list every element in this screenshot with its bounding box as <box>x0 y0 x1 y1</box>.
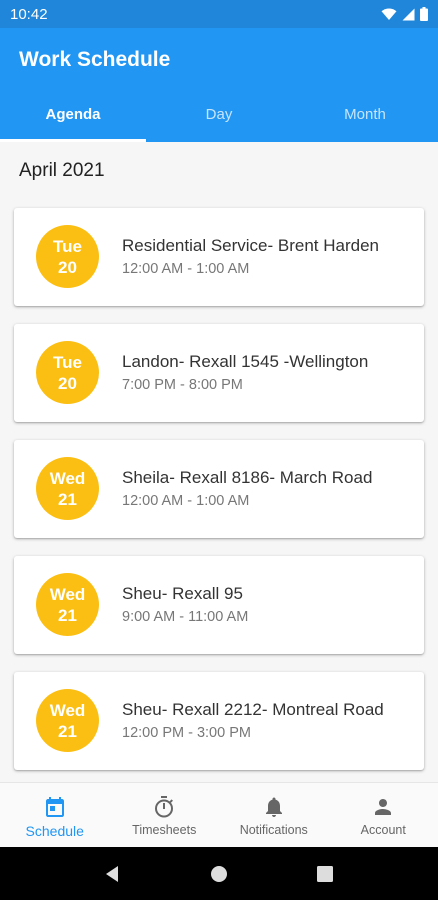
nav-notifications-label: Notifications <box>239 823 308 837</box>
nav-timesheets[interactable]: Timesheets <box>110 783 220 847</box>
event-time: 12:00 PM - 3:00 PM <box>122 725 251 741</box>
nav-account-label: Account <box>360 823 406 837</box>
bottom-navigation: Schedule Timesheets Notifications Accoun… <box>0 782 438 847</box>
system-navigation-bar <box>0 847 438 900</box>
bell-icon <box>265 797 282 817</box>
calendar-icon <box>45 797 64 817</box>
home-icon[interactable] <box>209 864 229 884</box>
tab-day[interactable]: Day <box>146 92 292 142</box>
app-title: Work Schedule <box>19 48 171 71</box>
person-icon <box>375 799 392 815</box>
event-title: Landon- Rexall 1545 -Wellington <box>122 352 369 371</box>
date-badge-date: 21 <box>58 489 77 509</box>
nav-schedule-label: Schedule <box>25 823 84 839</box>
event-title: Sheu- Rexall 95 <box>122 584 243 603</box>
event-time: 12:00 AM - 1:00 AM <box>122 261 250 277</box>
month-label: April 2021 <box>19 160 105 181</box>
nav-notifications[interactable]: Notifications <box>219 783 329 847</box>
date-badge-day: Tue <box>53 352 82 372</box>
date-badge: Tue 20 <box>36 225 99 288</box>
back-icon[interactable] <box>103 864 123 884</box>
tab-month[interactable]: Month <box>292 92 438 142</box>
recents-icon[interactable] <box>315 864 335 884</box>
tab-agenda[interactable]: Agenda <box>0 92 146 142</box>
battery-icon <box>420 7 428 21</box>
date-badge-date: 20 <box>58 257 77 277</box>
status-bar: 10:42 <box>0 0 438 28</box>
event-card[interactable]: Wed 21 Sheu- Rexall 2212- Montreal Road … <box>14 672 424 770</box>
date-badge-day: Wed <box>49 468 86 488</box>
event-title: Residential Service- Brent Harden <box>122 236 380 255</box>
event-title: Sheila- Rexall 8186- March Road <box>122 468 373 487</box>
date-badge-day: Wed <box>49 584 86 604</box>
agenda-list[interactable]: April 2021 Tue 20 Residential Service- B… <box>0 142 438 782</box>
date-badge-day: Wed <box>49 700 86 720</box>
event-card[interactable]: Tue 20 Landon- Rexall 1545 -Wellington 7… <box>14 324 424 422</box>
nav-account[interactable]: Account <box>329 783 438 847</box>
event-card[interactable]: Wed 21 Sheila- Rexall 8186- March Road 1… <box>14 440 424 538</box>
nav-schedule[interactable]: Schedule <box>0 783 110 847</box>
nav-timesheets-label: Timesheets <box>132 823 197 837</box>
event-card[interactable]: Wed 21 Sheu- Rexall 95 9:00 AM - 11:00 A… <box>14 556 424 654</box>
event-card[interactable]: Tue 20 Residential Service- Brent Harden… <box>14 208 424 306</box>
event-time: 12:00 AM - 1:00 AM <box>122 493 250 509</box>
event-title: Sheu- Rexall 2212- Montreal Road <box>122 700 384 719</box>
date-badge: Wed 21 <box>36 689 99 752</box>
event-time: 7:00 PM - 8:00 PM <box>122 377 243 393</box>
date-badge: Wed 21 <box>36 573 99 636</box>
wifi-icon <box>381 8 397 20</box>
date-badge-date: 21 <box>58 605 77 625</box>
date-badge-day: Tue <box>53 236 82 256</box>
event-time: 9:00 AM - 11:00 AM <box>122 609 249 625</box>
stopwatch-icon <box>155 796 174 818</box>
date-badge-date: 21 <box>58 721 77 741</box>
date-badge: Tue 20 <box>36 341 99 404</box>
signal-icon <box>402 8 415 20</box>
date-badge-date: 20 <box>58 373 77 393</box>
status-time: 10:42 <box>10 5 48 23</box>
date-badge: Wed 21 <box>36 457 99 520</box>
status-icons <box>381 7 428 21</box>
tab-bar: Agenda Day Month <box>0 92 438 142</box>
app-bar: Work Schedule Agenda Day Month <box>0 28 438 142</box>
